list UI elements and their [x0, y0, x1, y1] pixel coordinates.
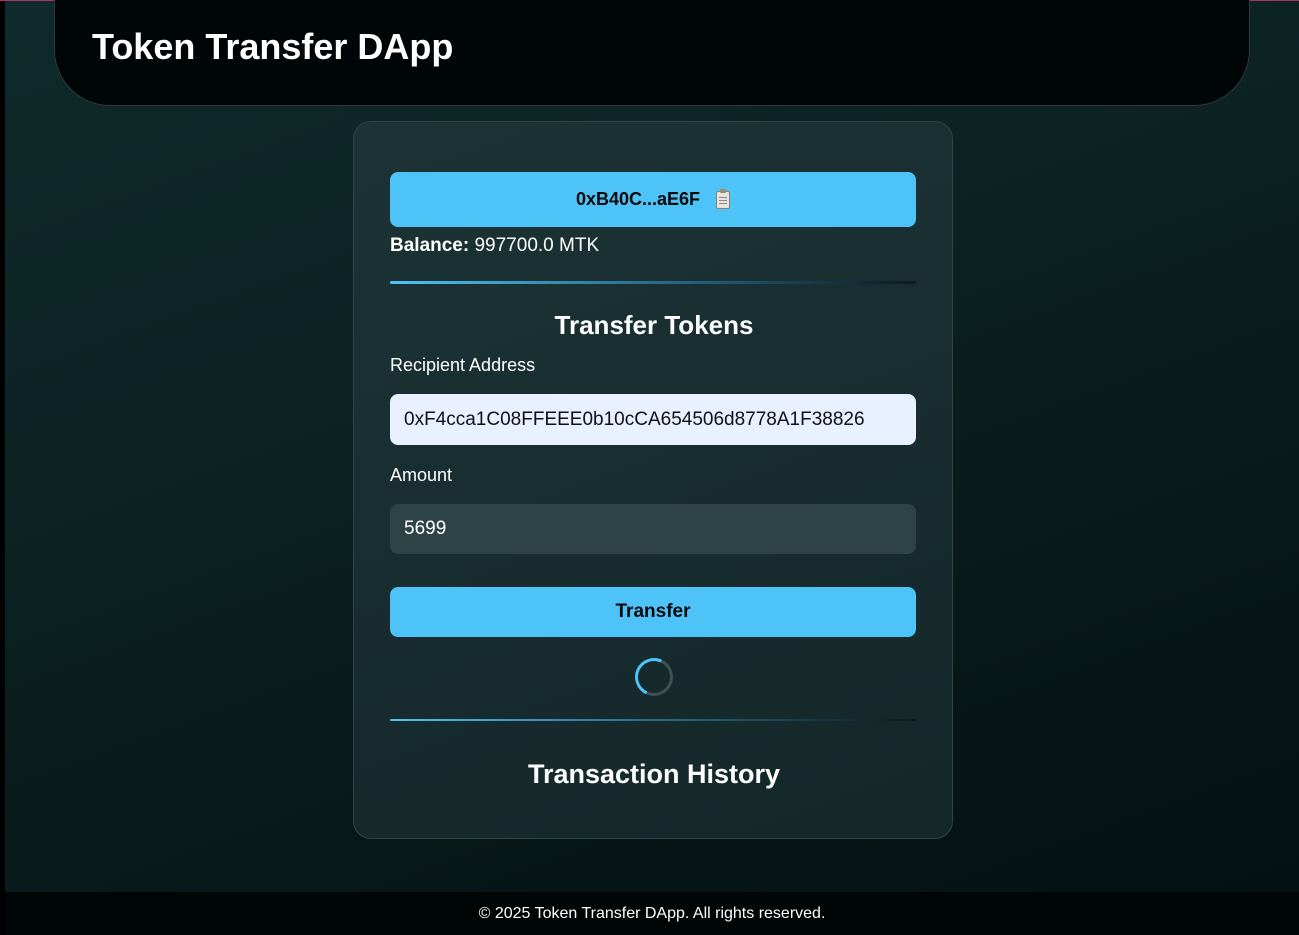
clipboard-icon[interactable] — [716, 188, 731, 209]
transfer-card: 0xB40C...aE6F Balance: 997700.0 MTK Tran… — [353, 121, 953, 839]
loading-spinner-icon — [629, 652, 679, 702]
history-divider — [390, 719, 916, 721]
app-title: Token Transfer DApp — [92, 26, 454, 67]
recipient-address-label: Recipient Address — [390, 355, 536, 375]
balance-value: 997700.0 MTK — [474, 235, 600, 256]
balance-label: Balance: — [390, 235, 470, 256]
amount-input[interactable]: 5699 — [390, 504, 916, 554]
transaction-history-title: Transaction History — [527, 759, 781, 789]
app-footer: © 2025 Token Transfer DApp. All rights r… — [5, 892, 1299, 935]
transfer-section-title: Transfer Tokens — [554, 310, 754, 340]
footer-copyright: © 2025 Token Transfer DApp. All rights r… — [478, 904, 826, 922]
app-header: Token Transfer DApp — [54, 0, 1250, 106]
transfer-button[interactable]: Transfer — [390, 587, 916, 637]
section-divider — [390, 281, 916, 284]
amount-label: Amount — [390, 465, 453, 485]
balance: Balance: 997700.0 MTK — [390, 235, 599, 257]
recipient-address-input[interactable]: 0xF4cca1C08FFEEE0b10cCA654506d8778A1F388… — [390, 394, 916, 445]
wallet-address: 0xB40C...aE6F — [575, 189, 701, 209]
wallet-address-button[interactable]: 0xB40C...aE6F — [390, 172, 916, 227]
